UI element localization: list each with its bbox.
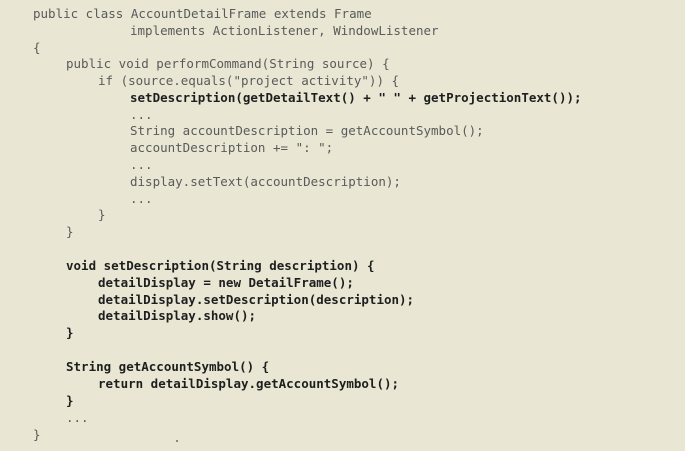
code-line-11: display.setText(accountDescription); [130,174,401,189]
code-line-9: accountDescription += ": "; [130,140,334,155]
stray-dot [176,440,178,442]
code-line-12: ... [130,191,153,206]
code-line-5: if (source.equals("project activity")) { [98,73,400,88]
code-line-4: public void performCommand(String source… [66,56,390,71]
code-line-1: public class AccountDetailFrame extends … [33,6,372,21]
code-line-16: detailDisplay = new DetailFrame(); [98,275,354,290]
code-line-15: void setDescription(String description) … [66,258,375,273]
code-line-6: setDescription(getDetailText() + " " + g… [130,90,582,105]
code-line-13: } [98,207,106,222]
code-line-17: detailDisplay.setDescription(description… [98,292,415,307]
code-line-2: implements ActionListener, WindowListene… [130,23,439,38]
code-line-10: ... [130,157,153,172]
code-listing: public class AccountDetailFrame extends … [0,0,685,451]
code-line-14: } [66,224,74,239]
code-line-20: String getAccountSymbol() { [66,359,270,374]
code-line-23: ... [66,410,89,425]
code-line-3: { [33,40,41,55]
code-line-8: String accountDescription = getAccountSy… [130,123,484,138]
code-line-21: return detailDisplay.getAccountSymbol(); [98,376,400,391]
code-line-24: } [33,427,41,442]
code-line-7: ... [130,107,153,122]
code-line-19: } [66,325,74,340]
code-line-18: detailDisplay.show(); [98,308,257,323]
code-line-22: } [66,393,74,408]
